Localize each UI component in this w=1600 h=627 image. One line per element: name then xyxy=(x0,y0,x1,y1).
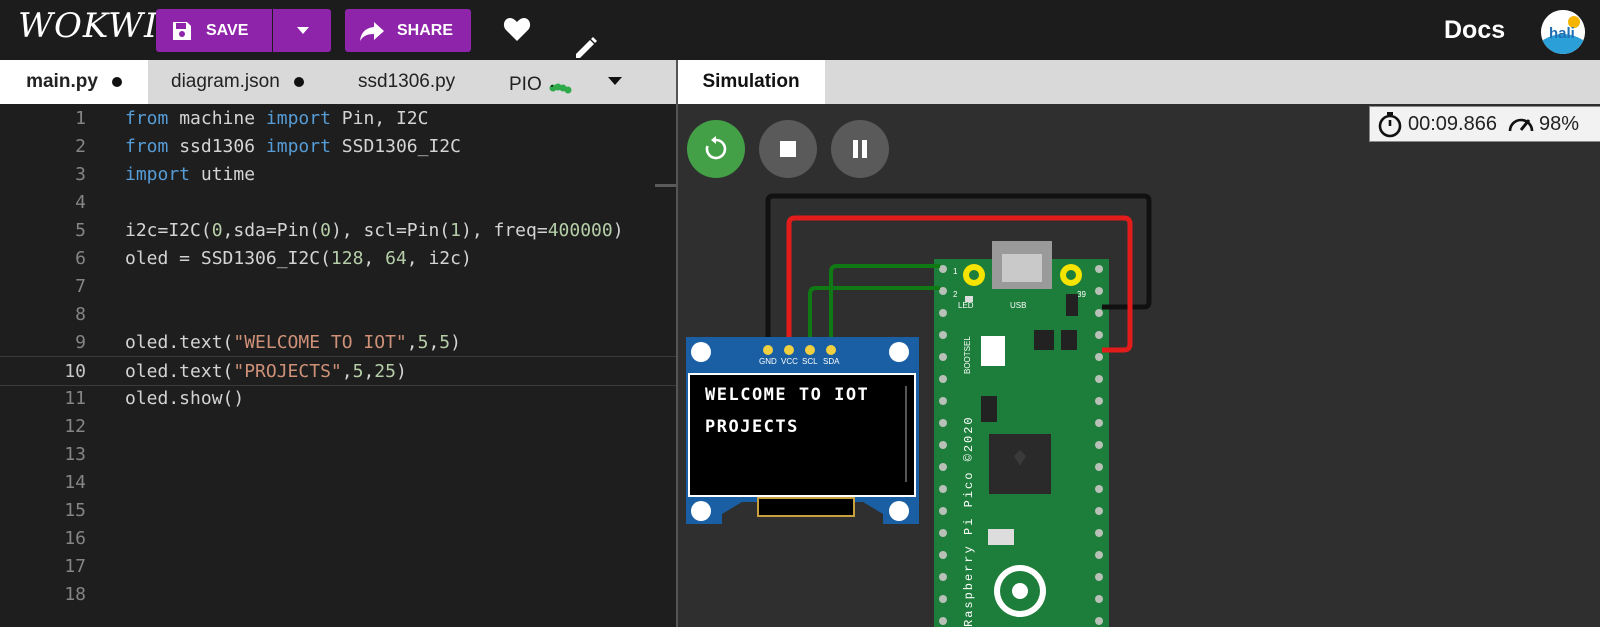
bug-icon xyxy=(549,83,572,94)
line-number: 4 xyxy=(75,191,86,213)
board-label: Raspberry Pi Pico ©2020 xyxy=(962,415,976,627)
line-number: 16 xyxy=(64,527,86,549)
scrollbar-marker[interactable] xyxy=(655,184,676,187)
tab-label: ssd1306.py xyxy=(358,71,456,92)
avatar-logo: hali xyxy=(1541,10,1585,54)
code-line-current: 10 oled.text("PROJECTS",5,25) xyxy=(0,356,676,386)
oled-line-2: PROJECTS xyxy=(705,417,799,437)
code-line: 4 xyxy=(0,188,676,216)
tab-simulation[interactable]: Simulation xyxy=(677,60,825,104)
line-number: 8 xyxy=(75,303,86,325)
pin-vcc: VCC xyxy=(781,357,798,366)
code-editor[interactable]: 1 from machine import Pin, I2C 2 from ss… xyxy=(0,104,676,627)
pin39-label: 39 xyxy=(1077,290,1086,299)
bootsel-label: BOOTSEL xyxy=(963,336,972,374)
line-number: 12 xyxy=(64,415,86,437)
line-number: 17 xyxy=(64,555,86,577)
pin1-label: 1 xyxy=(953,267,958,276)
code-line: 13 xyxy=(0,440,676,468)
pin-gnd: GND xyxy=(759,357,777,366)
usb-label: USB xyxy=(1010,301,1026,310)
save-label: SAVE xyxy=(206,21,249,39)
code-line: 16 xyxy=(0,524,676,552)
line-number: 13 xyxy=(64,443,86,465)
code-text: oled.text("WELCOME TO IOT",5,5) xyxy=(125,331,461,353)
code-line: 2 from ssd1306 import SSD1306_I2C xyxy=(0,132,676,160)
chevron-down-icon xyxy=(297,26,309,34)
code-text: oled.text("PROJECTS",5,25) xyxy=(125,360,407,382)
code-text: from ssd1306 import SSD1306_I2C xyxy=(125,135,461,157)
tab-diagram-json[interactable]: diagram.json xyxy=(171,60,321,104)
save-button[interactable]: SAVE xyxy=(156,9,272,52)
line-number: 7 xyxy=(75,275,86,297)
code-line: 8 xyxy=(0,300,676,328)
tab-label: diagram.json xyxy=(171,71,280,92)
pencil-icon[interactable] xyxy=(573,34,599,60)
pin-sda: SDA xyxy=(823,357,840,366)
line-number: 18 xyxy=(64,583,86,605)
avatar[interactable]: hali xyxy=(1541,10,1585,54)
editor-tab-bar: main.py diagram.json ssd1306.py PIO Simu… xyxy=(0,60,1600,104)
code-line: 17 xyxy=(0,552,676,580)
code-line: 12 xyxy=(0,412,676,440)
raspberry-pi-pico[interactable]: LED USB 1 2 39 BOOTSEL Raspberry Pi Pico… xyxy=(934,241,1109,627)
line-number: 10 xyxy=(64,360,86,382)
tab-pio[interactable]: PIO xyxy=(509,60,579,104)
ssd1306-oled-display[interactable]: GND VCC SCL SDA WELCOME TO IOT PROJECTS xyxy=(686,337,919,524)
svg-text:hali: hali xyxy=(1549,25,1575,42)
code-text: oled = SSD1306_I2C(128, 64, i2c) xyxy=(125,247,472,269)
code-line: 18 xyxy=(0,580,676,608)
code-line: 5 i2c=I2C(0,sda=Pin(0), scl=Pin(1), freq… xyxy=(0,216,676,244)
floppy-disk-icon xyxy=(173,21,191,40)
code-line: 3 import utime xyxy=(0,160,676,188)
top-bar: WOKWI SAVE SHARE Docs hali xyxy=(0,0,1600,60)
simulation-pane: 00:09.866 98% LED USB 1 2 39 BOOTSEL Ras… xyxy=(678,104,1600,627)
line-number: 15 xyxy=(64,499,86,521)
led-label: LED xyxy=(958,301,974,310)
line-number: 5 xyxy=(75,219,86,241)
pin2-label: 2 xyxy=(953,290,958,299)
line-number: 14 xyxy=(64,471,86,493)
tabs-overflow-chevron-icon[interactable] xyxy=(607,76,623,86)
tab-label: main.py xyxy=(26,71,98,92)
tab-main-py[interactable]: main.py xyxy=(0,60,148,104)
code-line: 7 xyxy=(0,272,676,300)
tab-ssd1306-py[interactable]: ssd1306.py xyxy=(358,60,468,104)
code-line: 1 from machine import Pin, I2C xyxy=(0,104,676,132)
share-button[interactable]: SHARE xyxy=(345,9,471,52)
line-number: 2 xyxy=(75,135,86,157)
code-line: 11 oled.show() xyxy=(0,384,676,412)
unsaved-dot xyxy=(111,77,122,87)
line-number: 9 xyxy=(75,331,86,353)
code-text: oled.show() xyxy=(125,387,245,409)
line-number: 3 xyxy=(75,163,86,185)
oled-line-1: WELCOME TO IOT xyxy=(705,385,869,405)
circuit-canvas: LED USB 1 2 39 BOOTSEL Raspberry Pi Pico… xyxy=(686,193,1152,627)
share-arrow-icon xyxy=(360,21,384,41)
heart-icon[interactable] xyxy=(503,16,531,42)
save-options-dropdown[interactable] xyxy=(273,9,331,52)
pin-scl: SCL xyxy=(802,357,818,366)
code-text: import utime xyxy=(125,163,256,185)
tab-label: PIO xyxy=(509,74,542,95)
line-number: 6 xyxy=(75,247,86,269)
wokwi-logo[interactable]: WOKWI xyxy=(18,6,158,46)
unsaved-dot xyxy=(293,77,304,87)
code-line: 6 oled = SSD1306_I2C(128, 64, i2c) xyxy=(0,244,676,272)
share-label: SHARE xyxy=(397,21,454,39)
line-number: 1 xyxy=(75,107,86,129)
code-line: 14 xyxy=(0,468,676,496)
code-line: 9 oled.text("WELCOME TO IOT",5,5) xyxy=(0,328,676,356)
code-line: 15 xyxy=(0,496,676,524)
code-text: from machine import Pin, I2C xyxy=(125,107,429,129)
code-text: i2c=I2C(0,sda=Pin(0), scl=Pin(1), freq=4… xyxy=(125,219,624,241)
line-number: 11 xyxy=(64,387,86,409)
docs-link[interactable]: Docs xyxy=(1444,16,1505,45)
